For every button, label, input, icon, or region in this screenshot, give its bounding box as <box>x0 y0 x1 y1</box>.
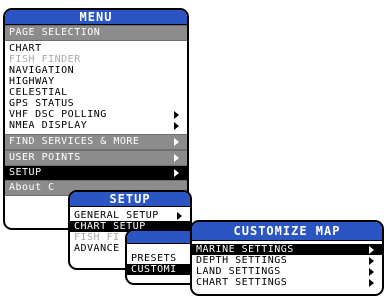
vhf-dsc-polling-label: VHF DSC POLLING <box>9 109 107 120</box>
setup-title: SETUP <box>70 192 190 207</box>
nmea-display-label: NMEA DISPLAY <box>9 120 88 131</box>
menu-item-chart[interactable]: CHART <box>5 43 187 54</box>
depth-settings-label: DEPTH SETTINGS <box>196 255 288 266</box>
chart-settings-label: CHART SETTINGS <box>196 277 288 288</box>
user-points-label: USER POINTS <box>9 152 81 163</box>
menu-item-fish-finder[interactable]: FISH FINDER <box>5 54 187 65</box>
customize-item-depth-settings[interactable]: DEPTH SETTINGS <box>192 255 382 266</box>
submenu-arrow-icon <box>174 110 179 119</box>
customize-item-marine-settings[interactable]: MARINE SETTINGS <box>192 244 382 255</box>
menu-item-user-points[interactable]: USER POINTS <box>5 150 187 166</box>
submenu-arrow-icon <box>174 121 179 130</box>
customize-map-window: CUSTOMIZE MAP MARINE SETTINGS DEPTH SETT… <box>190 220 384 296</box>
submenu-arrow-icon <box>174 138 179 146</box>
find-services-label: FIND SERVICES & MORE <box>9 136 140 147</box>
menu-item-vhf-dsc-polling[interactable]: VHF DSC POLLING <box>5 109 187 120</box>
menu-title: MENU <box>5 10 187 25</box>
land-settings-label: LAND SETTINGS <box>196 266 281 277</box>
submenu-arrow-icon <box>369 256 374 265</box>
menu-item-highway[interactable]: HIGHWAY <box>5 76 187 87</box>
general-setup-label: GENERAL SETUP <box>74 210 159 221</box>
submenu-arrow-icon <box>177 211 182 220</box>
customize-item-chart-settings[interactable]: CHART SETTINGS <box>192 277 382 288</box>
customize-item-land-settings[interactable]: LAND SETTINGS <box>192 266 382 277</box>
menu-item-gps-status[interactable]: GPS STATUS <box>5 98 187 109</box>
customize-map-title: CUSTOMIZE MAP <box>192 222 382 241</box>
submenu-arrow-icon <box>369 245 374 254</box>
page-selection-header: PAGE SELECTION <box>5 25 187 41</box>
marine-settings-label: MARINE SETTINGS <box>196 244 294 255</box>
menu-item-navigation[interactable]: NAVIGATION <box>5 65 187 76</box>
submenu-arrow-icon <box>174 169 179 177</box>
menu-item-celestial[interactable]: CELESTIAL <box>5 87 187 98</box>
menu-item-nmea-display[interactable]: NMEA DISPLAY <box>5 120 187 131</box>
submenu-arrow-icon <box>369 267 374 276</box>
setup-label: SETUP <box>9 167 42 178</box>
submenu-arrow-icon <box>369 278 374 287</box>
menu-item-find-services[interactable]: FIND SERVICES & MORE <box>5 134 187 150</box>
submenu-arrow-icon <box>174 154 179 162</box>
setup-item-general[interactable]: GENERAL SETUP <box>70 210 190 221</box>
menu-item-setup[interactable]: SETUP <box>5 166 187 180</box>
